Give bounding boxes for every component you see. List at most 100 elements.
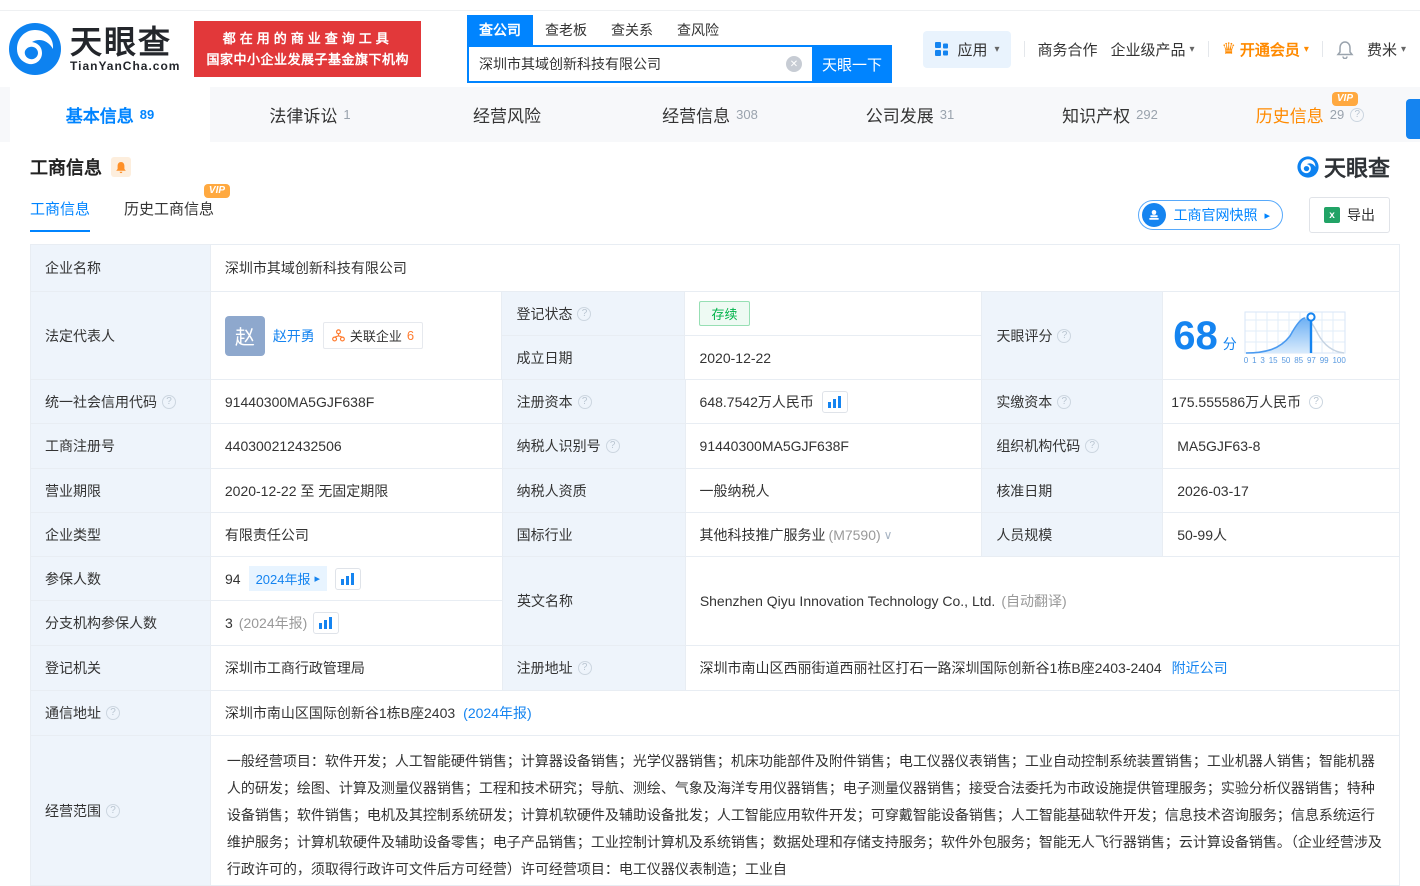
tab-count: 29 — [1330, 107, 1344, 122]
nearby-companies-link[interactable]: 附近公司 — [1172, 658, 1228, 678]
mail-address-label: 通信地址 — [45, 703, 101, 723]
branch-insured-trend-icon[interactable] — [313, 612, 339, 634]
company-type-label: 企业类型 — [31, 513, 211, 557]
business-term-label: 营业期限 — [31, 469, 211, 513]
nav-cooperation[interactable]: 商务合作 — [1038, 39, 1098, 60]
watermark-text: 天眼查 — [1324, 151, 1390, 183]
help-icon[interactable]: ? — [106, 706, 120, 720]
mail-address-cell: 深圳市南山区国际创新谷1栋B座2403 (2024年报) — [211, 691, 1400, 736]
reg-address-label: 注册地址 — [517, 658, 573, 678]
help-icon[interactable]: ? — [106, 804, 120, 818]
subtab-business-registration[interactable]: 工商信息 — [30, 198, 90, 232]
reg-authority-value: 深圳市工商行政管理局 — [211, 646, 503, 691]
search-tab-boss[interactable]: 查老板 — [533, 15, 599, 45]
annual-report-label: 2024年报 — [256, 569, 311, 588]
related-count: 6 — [407, 328, 414, 343]
status-badge: 存续 — [699, 301, 749, 326]
legal-rep-name-link[interactable]: 赵开勇 — [273, 326, 315, 346]
search-tab-company[interactable]: 查公司 — [467, 15, 533, 45]
related-label: 关联企业 — [350, 326, 402, 345]
reg-status-cell: 存续 — [685, 292, 982, 336]
export-button[interactable]: x 导出 — [1309, 197, 1390, 233]
paid-capital-label-cell: 实缴资本 ? — [982, 380, 1163, 424]
arrow-right-icon: ▸ — [315, 572, 321, 585]
tab-company-development[interactable]: 公司发展 31 — [810, 87, 1010, 142]
subtab-history-registration[interactable]: VIP 历史工商信息 — [124, 198, 214, 232]
tab-operation-risk[interactable]: 经营风险 — [410, 87, 610, 142]
apps-menu[interactable]: 应用 ▾ — [923, 31, 1010, 68]
tyc-score-cell[interactable]: 68 分 — [1163, 292, 1400, 380]
help-icon[interactable]: ? — [578, 661, 592, 675]
search-tab-risk[interactable]: 查风险 — [665, 15, 731, 45]
capital-trend-icon[interactable] — [822, 391, 848, 413]
tab-basic-info[interactable]: 基本信息 89 — [10, 87, 210, 142]
tyc-score-label: 天眼评分 — [996, 326, 1052, 346]
floating-toolbar-edge[interactable] — [1406, 99, 1420, 139]
help-icon[interactable]: ? — [606, 439, 620, 453]
english-name-value: Shenzhen Qiyu Innovation Technology Co.,… — [700, 593, 996, 609]
tab-label: 基本信息 — [66, 102, 134, 127]
legal-rep-label: 法定代表人 — [31, 292, 211, 380]
clear-icon[interactable]: ✕ — [786, 56, 802, 72]
legal-rep-avatar[interactable]: 赵 — [225, 316, 265, 356]
insured-trend-icon[interactable] — [335, 568, 361, 590]
tab-label: 知识产权 — [1062, 102, 1130, 127]
tab-business-info[interactable]: 经营信息 308 — [610, 87, 810, 142]
nav-enterprise-label: 企业级产品 — [1111, 39, 1186, 60]
taxpayer-quality-value: 一般纳税人 — [686, 469, 983, 513]
header: 天眼查 TianYanCha.com 都在用的商业查询工具 国家中小企业发展子基… — [0, 11, 1420, 87]
annual-report-badge[interactable]: 2024年报 ▸ — [249, 566, 327, 591]
business-scope-value: 一般经营项目：软件开发；人工智能硬件销售；计算器设备销售；光学仪器销售；机床功能… — [211, 736, 1400, 886]
tab-label: 法律诉讼 — [269, 102, 337, 127]
insured-count-value: 94 — [225, 571, 241, 587]
help-icon[interactable]: ? — [577, 307, 591, 321]
subtab-label: 历史工商信息 — [124, 201, 214, 218]
chevron-down-icon: ▾ — [1401, 44, 1406, 55]
staff-size-value: 50-99人 — [1163, 513, 1400, 557]
tab-label: 经营风险 — [473, 102, 541, 127]
snapshot-label: 工商官网快照 — [1173, 205, 1257, 225]
excel-icon: x — [1324, 207, 1340, 223]
promo-line2: 国家中小企业发展子基金旗下机构 — [206, 49, 409, 70]
search-tab-relation[interactable]: 查关系 — [599, 15, 665, 45]
help-icon[interactable]: ? — [1309, 395, 1323, 409]
official-snapshot-button[interactable]: 工商官网快照 ▸ — [1138, 200, 1283, 230]
help-icon[interactable]: ? — [578, 395, 592, 409]
reg-capital-label-cell: 注册资本 ? — [503, 380, 686, 424]
credit-code-label-cell: 统一社会信用代码 ? — [31, 380, 211, 424]
help-icon[interactable]: ? — [1085, 439, 1099, 453]
help-icon[interactable]: ? — [1057, 395, 1071, 409]
tab-legal-lawsuit[interactable]: 法律诉讼 1 — [210, 87, 410, 142]
nav-vip-upgrade[interactable]: ♛ 开通会员 ▾ — [1222, 39, 1309, 60]
tab-intellectual-property[interactable]: 知识产权 292 — [1010, 87, 1210, 142]
reg-authority-label: 登记机关 — [31, 646, 211, 691]
industry-code: (M7590) — [829, 527, 881, 543]
taxpayer-quality-label: 纳税人资质 — [503, 469, 686, 513]
notification-bell-icon[interactable] — [1336, 40, 1354, 59]
business-term-value: 2020-12-22 至 无固定期限 — [211, 469, 503, 513]
chevron-down-icon[interactable]: ∨ — [884, 528, 893, 542]
help-icon[interactable]: ? — [1350, 108, 1364, 122]
search-button[interactable]: 天眼一下 — [812, 45, 892, 83]
credit-code-value: 91440300MA5GJF638F — [211, 380, 503, 424]
company-name-value: 深圳市其域创新科技有限公司 — [211, 245, 1400, 292]
help-icon[interactable]: ? — [162, 395, 176, 409]
watermark-logo: 天眼查 — [1297, 151, 1390, 183]
annual-report-link[interactable]: (2024年报) — [463, 703, 531, 723]
help-icon[interactable]: ? — [1057, 329, 1071, 343]
legal-rep-cell: 赵 赵开勇 关联企业 6 — [211, 292, 503, 380]
tab-history-info[interactable]: VIP 历史信息 29 ? — [1210, 87, 1410, 142]
tianyancha-logo[interactable]: 天眼查 TianYanCha.com — [8, 22, 180, 76]
credit-code-label: 统一社会信用代码 — [45, 392, 157, 412]
user-menu[interactable]: 费米 ▾ — [1367, 39, 1406, 60]
establish-date-value: 2020-12-22 — [685, 336, 982, 380]
search-tabs: 查公司 查老板 查关系 查风险 — [467, 15, 892, 45]
monitor-bell-icon[interactable] — [111, 157, 131, 177]
approval-date-label: 核准日期 — [982, 469, 1163, 513]
score-number: 68 — [1173, 316, 1218, 356]
reg-address-label-cell: 注册地址 ? — [503, 646, 686, 691]
business-scope-label: 经营范围 — [45, 801, 101, 821]
related-companies-badge[interactable]: 关联企业 6 — [323, 322, 423, 349]
search-input[interactable] — [467, 45, 812, 83]
nav-enterprise[interactable]: 企业级产品 ▾ — [1111, 39, 1195, 60]
